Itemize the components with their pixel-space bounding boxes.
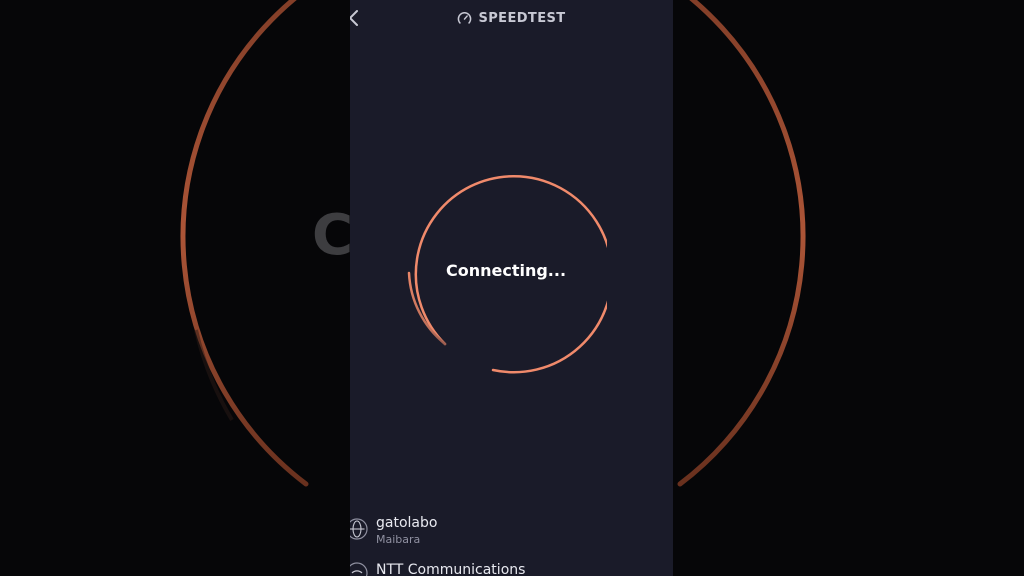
server-info[interactable]: gatolabo Maibara	[350, 513, 437, 547]
gauge-icon	[458, 11, 472, 24]
screen: C SPEEDTEST Connecting... gatolabo Maiba…	[0, 0, 1024, 576]
isp-info[interactable]: NTT Communications	[350, 560, 525, 576]
background-letter: C	[312, 203, 354, 268]
wifi-icon	[350, 562, 368, 576]
connection-status: Connecting...	[445, 261, 567, 280]
globe-icon	[350, 518, 368, 540]
brand-title: SPEEDTEST	[478, 10, 566, 26]
app-header: SPEEDTEST	[350, 9, 673, 27]
app-screen: SPEEDTEST Connecting... gatolabo Maibara…	[350, 0, 673, 576]
isp-name: NTT Communications	[376, 562, 526, 576]
server-location: Maibara	[376, 533, 421, 546]
connecting-ring: Connecting...	[405, 172, 607, 374]
server-host: gatolabo	[376, 515, 438, 531]
